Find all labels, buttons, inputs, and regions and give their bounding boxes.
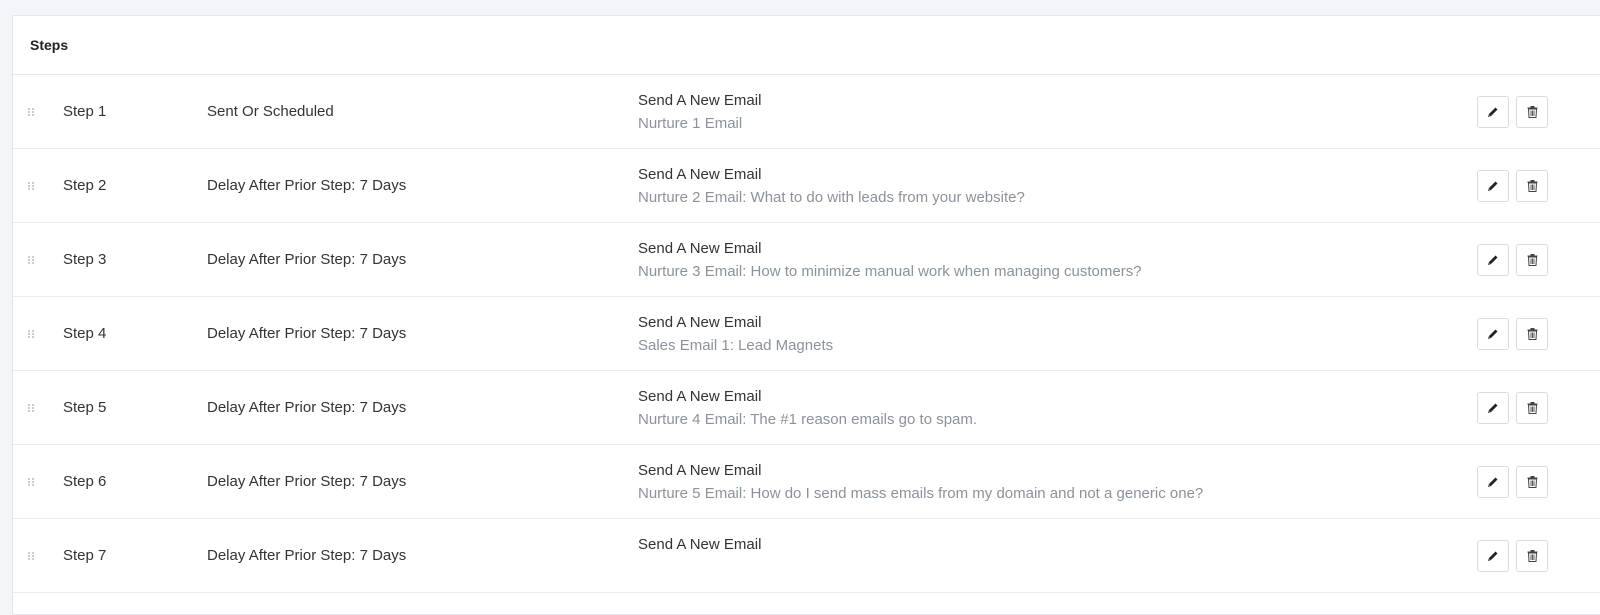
step-action-title: Send A New Email xyxy=(638,536,762,553)
step-name: Step 6 xyxy=(63,473,107,490)
delete-step-button[interactable] xyxy=(1516,244,1548,276)
trash-icon xyxy=(1527,254,1538,266)
step-delay: Delay After Prior Step: 7 Days xyxy=(207,177,407,194)
steps-list: Step 1 Sent Or Scheduled Send A New Emai… xyxy=(13,75,1600,593)
step-delay: Delay After Prior Step: 7 Days xyxy=(207,547,407,564)
pencil-icon xyxy=(1487,106,1499,118)
step-action: Send A New Email Nurture 4 Email: The #1… xyxy=(638,387,977,430)
edit-step-button[interactable] xyxy=(1477,170,1509,202)
step-action: Send A New Email Nurture 3 Email: How to… xyxy=(638,239,1142,282)
step-name: Step 7 xyxy=(63,547,107,564)
trash-icon xyxy=(1527,476,1538,488)
delete-step-button[interactable] xyxy=(1516,466,1548,498)
pencil-icon xyxy=(1487,402,1499,414)
step-action-title: Send A New Email xyxy=(638,240,762,257)
step-action-title: Send A New Email xyxy=(638,166,762,183)
edit-step-button[interactable] xyxy=(1477,318,1509,350)
pencil-icon xyxy=(1487,328,1499,340)
step-row: Step 2 Delay After Prior Step: 7 Days Se… xyxy=(13,149,1600,223)
step-name: Step 5 xyxy=(63,399,107,416)
step-email-name: Nurture 2 Email: What to do with leads f… xyxy=(638,189,1025,206)
step-action-title: Send A New Email xyxy=(638,314,762,331)
drag-handle-icon[interactable] xyxy=(27,477,37,487)
edit-step-button[interactable] xyxy=(1477,466,1509,498)
steps-panel: Steps Step 1 Sent Or Scheduled Send A Ne… xyxy=(12,15,1600,615)
step-email-name: Sales Email 1: Lead Magnets xyxy=(638,337,834,354)
delete-step-button[interactable] xyxy=(1516,318,1548,350)
pencil-icon xyxy=(1487,254,1499,266)
step-row: Step 1 Sent Or Scheduled Send A New Emai… xyxy=(13,75,1600,149)
step-delay: Sent Or Scheduled xyxy=(207,103,334,120)
step-row: Step 6 Delay After Prior Step: 7 Days Se… xyxy=(13,445,1600,519)
step-email-name: Nurture 4 Email: The #1 reason emails go… xyxy=(638,411,978,428)
step-name: Step 1 xyxy=(63,103,107,120)
trash-icon xyxy=(1527,550,1538,562)
edit-step-button[interactable] xyxy=(1477,540,1509,572)
step-name: Step 2 xyxy=(63,177,107,194)
step-delay: Delay After Prior Step: 7 Days xyxy=(207,325,407,342)
step-email-name: Nurture 3 Email: How to minimize manual … xyxy=(638,263,1142,280)
trash-icon xyxy=(1527,106,1538,118)
step-email-name: Nurture 1 Email xyxy=(638,115,743,132)
step-action: Send A New Email xyxy=(638,535,761,558)
trash-icon xyxy=(1527,180,1538,192)
drag-handle-icon[interactable] xyxy=(27,107,37,117)
step-action: Send A New Email Sales Email 1: Lead Mag… xyxy=(638,313,833,356)
delete-step-button[interactable] xyxy=(1516,540,1548,572)
step-action-title: Send A New Email xyxy=(638,462,762,479)
edit-step-button[interactable] xyxy=(1477,392,1509,424)
step-row: Step 4 Delay After Prior Step: 7 Days Se… xyxy=(13,297,1600,371)
step-delay: Delay After Prior Step: 7 Days xyxy=(207,399,407,416)
step-action: Send A New Email Nurture 1 Email xyxy=(638,91,761,134)
edit-step-button[interactable] xyxy=(1477,96,1509,128)
step-action: Send A New Email Nurture 2 Email: What t… xyxy=(638,165,1025,208)
step-name: Step 4 xyxy=(63,325,107,342)
trash-icon xyxy=(1527,402,1538,414)
delete-step-button[interactable] xyxy=(1516,96,1548,128)
panel-title: Steps xyxy=(30,37,69,53)
drag-handle-icon[interactable] xyxy=(27,255,37,265)
delete-step-button[interactable] xyxy=(1516,170,1548,202)
drag-handle-icon[interactable] xyxy=(27,329,37,339)
step-action-title: Send A New Email xyxy=(638,92,762,109)
trash-icon xyxy=(1527,328,1538,340)
delete-step-button[interactable] xyxy=(1516,392,1548,424)
pencil-icon xyxy=(1487,550,1499,562)
step-row: Step 5 Delay After Prior Step: 7 Days Se… xyxy=(13,371,1600,445)
step-name: Step 3 xyxy=(63,251,107,268)
drag-handle-icon[interactable] xyxy=(27,403,37,413)
step-delay: Delay After Prior Step: 7 Days xyxy=(207,251,407,268)
step-row: Step 3 Delay After Prior Step: 7 Days Se… xyxy=(13,223,1600,297)
edit-step-button[interactable] xyxy=(1477,244,1509,276)
step-email-name: Nurture 5 Email: How do I send mass emai… xyxy=(638,485,1204,502)
step-delay: Delay After Prior Step: 7 Days xyxy=(207,473,407,490)
steps-panel-header: Steps xyxy=(13,16,1600,75)
step-row: Step 7 Delay After Prior Step: 7 Days Se… xyxy=(13,519,1600,593)
pencil-icon xyxy=(1487,180,1499,192)
step-action-title: Send A New Email xyxy=(638,388,762,405)
step-action: Send A New Email Nurture 5 Email: How do… xyxy=(638,461,1203,504)
drag-handle-icon[interactable] xyxy=(27,181,37,191)
pencil-icon xyxy=(1487,476,1499,488)
drag-handle-icon[interactable] xyxy=(27,551,37,561)
